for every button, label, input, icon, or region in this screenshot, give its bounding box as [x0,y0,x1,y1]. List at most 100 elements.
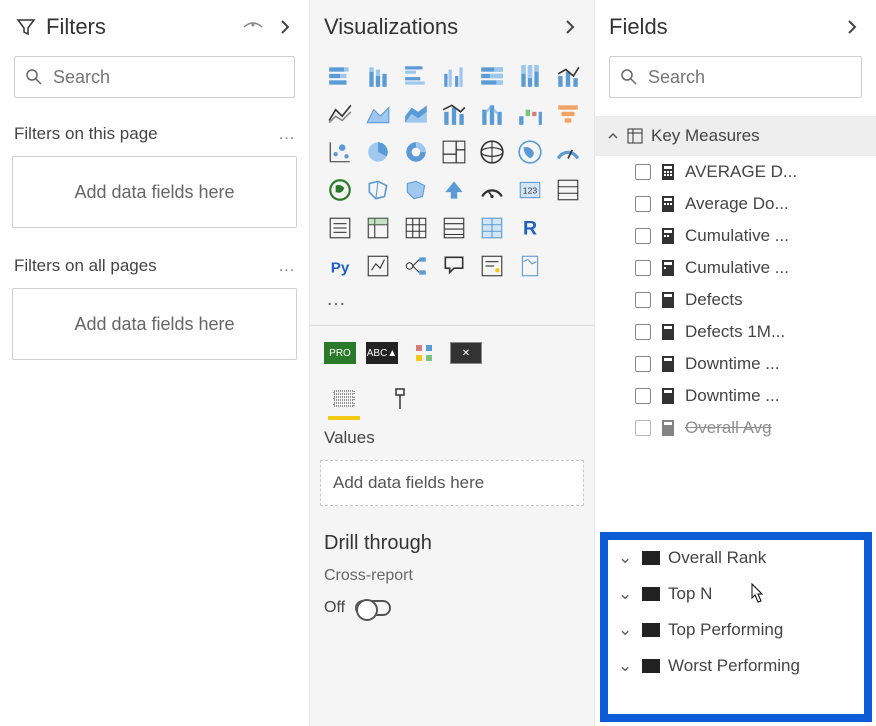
filters-all-section: Filters on all pages … [0,248,309,284]
chevron-down-icon: ⌄ [618,620,634,640]
field-item[interactable]: Downtime ... [595,348,876,380]
viz-card[interactable]: 123 [514,174,546,206]
filters-search[interactable] [14,56,295,98]
viz-azure-map[interactable] [400,174,432,206]
field-item[interactable]: Cumulative ... [595,220,876,252]
badge-squares[interactable] [408,342,440,364]
svg-text:123: 123 [523,185,538,195]
viz-python[interactable]: Py [324,250,356,282]
viz-paginated[interactable] [514,250,546,282]
viz-matrix[interactable] [400,212,432,244]
chevron-down-icon: ⌄ [618,584,634,604]
badge-pro[interactable]: PRO [324,342,356,364]
viz-clustered-bar[interactable] [400,60,432,92]
viz-gauge[interactable] [552,136,584,168]
viz-more[interactable]: … [310,288,594,319]
filters-search-input[interactable] [53,67,285,88]
field-item[interactable]: AVERAGE D... [595,156,876,188]
viz-key-influencers[interactable] [362,250,394,282]
viz-qa[interactable] [438,250,470,282]
collapse-icon[interactable] [558,15,582,39]
checkbox[interactable] [635,292,651,308]
search-icon [620,68,638,86]
field-item[interactable]: Downtime ... [595,380,876,412]
viz-waterfall[interactable] [514,98,546,130]
checkbox[interactable] [635,356,651,372]
field-group-header[interactable]: Key Measures [595,116,876,156]
viz-clustered-column[interactable] [438,60,470,92]
collapse-icon[interactable] [840,15,864,39]
field-item[interactable]: Defects [595,284,876,316]
viz-pie[interactable] [362,136,394,168]
viz-arrow[interactable] [438,174,470,206]
folder-item[interactable]: ⌄ Top N [608,576,864,612]
more-icon[interactable]: … [278,256,295,276]
tab-fields[interactable] [328,382,360,420]
viz-100-stacked-column[interactable] [514,60,546,92]
more-icon[interactable]: … [278,124,295,144]
viz-stacked-bar[interactable] [324,60,356,92]
viz-slicer[interactable] [324,212,356,244]
folder-item[interactable]: ⌄ Top Performing [608,612,864,648]
checkbox[interactable] [635,388,651,404]
folder-item[interactable]: ⌄ Overall Rank [608,540,864,576]
viz-r-script[interactable]: R [514,212,546,244]
collapse-icon[interactable] [273,15,297,39]
chevron-up-icon [607,130,619,142]
viz-100-stacked-bar[interactable] [476,60,508,92]
measure-icon [661,355,675,373]
fields-header: Fields [595,0,876,50]
viz-placeholder2[interactable] [552,250,584,282]
toggle-state: Off [324,599,345,617]
badge-x[interactable]: ✕ [450,342,482,364]
field-item[interactable]: Defects 1M... [595,316,876,348]
viz-line[interactable] [324,98,356,130]
field-item[interactable]: Overall Avg [595,412,876,444]
fields-search[interactable] [609,56,862,98]
viz-ribbon[interactable] [476,98,508,130]
viz-smart-narrative[interactable] [476,250,508,282]
viz-scatter[interactable] [324,136,356,168]
table-icon [627,128,643,144]
values-dropzone[interactable]: Add data fields here [320,460,584,506]
viz-area[interactable] [362,98,394,130]
folder-item[interactable]: ⌄ Worst Performing [608,648,864,684]
fields-search-input[interactable] [648,67,876,88]
measure-icon [661,163,675,181]
checkbox[interactable] [635,324,651,340]
viz-placeholder[interactable] [552,212,584,244]
checkbox[interactable] [635,228,651,244]
checkbox[interactable] [635,196,651,212]
filters-all-dropzone[interactable]: Add data fields here [12,288,297,360]
badge-abcd[interactable]: ABC▲ [366,342,398,364]
cross-report-toggle[interactable] [355,600,391,616]
viz-stacked-area[interactable] [400,98,432,130]
viz-matrix2[interactable] [476,212,508,244]
checkbox[interactable] [635,260,651,276]
viz-line-stacked-column[interactable] [438,98,470,130]
viz-funnel[interactable] [552,98,584,130]
measure-icon [661,291,675,309]
field-item[interactable]: Cumulative ... [595,252,876,284]
viz-kpi[interactable] [476,174,508,206]
viz-shape-map[interactable] [362,174,394,206]
viz-line-column[interactable] [552,60,584,92]
viz-table[interactable] [362,212,394,244]
checkbox[interactable] [635,164,651,180]
viz-multirow-card[interactable] [552,174,584,206]
field-item[interactable]: Average Do... [595,188,876,220]
viz-donut[interactable] [400,136,432,168]
viz-table2[interactable] [438,212,470,244]
filters-page-dropzone[interactable]: Add data fields here [12,156,297,228]
measure-icon [661,259,675,277]
checkbox[interactable] [635,420,651,436]
viz-treemap[interactable] [438,136,470,168]
viz-filled-map[interactable] [514,136,546,168]
tab-format[interactable] [384,382,416,420]
viz-stacked-column[interactable] [362,60,394,92]
viz-decomposition[interactable] [400,250,432,282]
folder-icon [642,587,660,601]
viz-map[interactable] [476,136,508,168]
visibility-icon[interactable] [241,15,265,39]
viz-arcgis[interactable] [324,174,356,206]
